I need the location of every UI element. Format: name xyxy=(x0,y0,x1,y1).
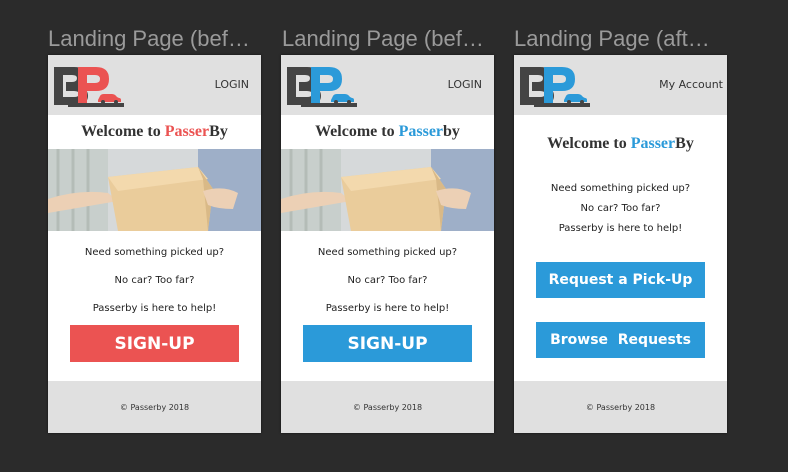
tagline-line-2: No car? Too far? xyxy=(347,275,428,286)
request-pickup-button[interactable]: Request a Pick-Up xyxy=(536,262,705,298)
tagline-line-2: No car? Too far? xyxy=(114,275,195,286)
tagline-line-1: Need something picked up? xyxy=(84,247,225,258)
sign-up-button[interactable]: SIGN-UP xyxy=(303,325,472,362)
tagline-line-3: Passerby is here to help! xyxy=(325,303,450,314)
sign-up-button[interactable]: SIGN-UP xyxy=(70,325,239,362)
frame-title: Landing Page (bef… xyxy=(282,26,484,51)
tagline-line-1: Need something picked up? xyxy=(550,183,691,194)
header: LOGIN xyxy=(48,55,261,115)
landing-page-after: My Account Welcome to PasserBy Need some… xyxy=(514,55,727,433)
my-account-link[interactable]: My Account xyxy=(659,78,723,91)
footer: © Passerby 2018 xyxy=(281,381,494,433)
tagline-line-1: Need something picked up? xyxy=(317,247,458,258)
frame-title: Landing Page (aft… xyxy=(514,26,710,51)
footer: © Passerby 2018 xyxy=(514,381,727,433)
copyright: © Passerby 2018 xyxy=(119,403,190,412)
landing-page-before-red: LOGIN Welcome to PasserBy Need something… xyxy=(48,55,261,433)
welcome-heading: Welcome to PasserBy xyxy=(81,123,228,140)
welcome-heading: Welcome to Passerby xyxy=(315,123,460,140)
header: My Account xyxy=(514,55,727,115)
login-link[interactable]: LOGIN xyxy=(448,78,482,91)
passerby-logo[interactable] xyxy=(520,63,590,107)
copyright: © Passerby 2018 xyxy=(352,403,423,412)
passerby-logo[interactable] xyxy=(54,63,124,107)
passerby-logo[interactable] xyxy=(287,63,357,107)
login-link[interactable]: LOGIN xyxy=(215,78,249,91)
copyright: © Passerby 2018 xyxy=(585,403,656,412)
hero-image xyxy=(281,149,494,231)
tagline-line-3: Passerby is here to help! xyxy=(92,303,217,314)
footer: © Passerby 2018 xyxy=(48,381,261,433)
header: LOGIN xyxy=(281,55,494,115)
hero-image xyxy=(48,149,261,231)
welcome-heading: Welcome to PasserBy xyxy=(547,135,694,152)
frame-title: Landing Page (bef… xyxy=(48,26,250,51)
browse-requests-button[interactable]: Browse Requests xyxy=(536,322,705,358)
tagline-line-3: Passerby is here to help! xyxy=(558,223,683,234)
tagline-line-2: No car? Too far? xyxy=(580,203,661,214)
landing-page-before-blue: LOGIN Welcome to Passerby Need something… xyxy=(281,55,494,433)
